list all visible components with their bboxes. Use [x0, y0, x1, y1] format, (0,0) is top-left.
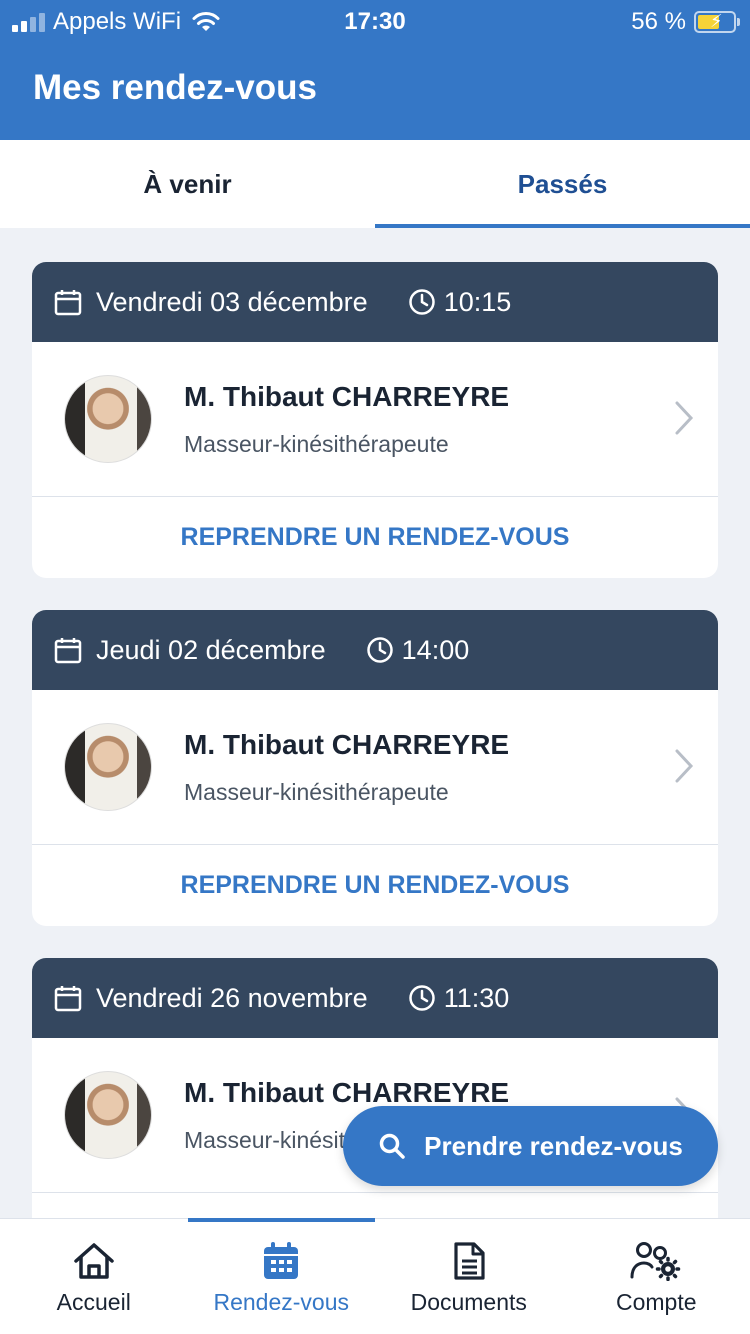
clock-icon	[408, 288, 436, 316]
rebook-button[interactable]: REPRENDRE UN RENDEZ-VOUS	[32, 845, 718, 926]
page-title: Mes rendez-vous	[33, 68, 317, 107]
nav-home-label: Accueil	[56, 1289, 131, 1315]
calendar-icon	[54, 984, 82, 1012]
clock-icon	[366, 636, 394, 664]
practitioner-specialty: Masseur-kinésithérapeute	[184, 430, 449, 457]
calendar-icon	[54, 636, 82, 664]
tab-upcoming[interactable]: À venir	[0, 140, 375, 228]
appointment-date: Vendredi 03 décembre	[96, 286, 368, 317]
avatar	[64, 375, 152, 463]
tab-past[interactable]: Passés	[375, 140, 750, 228]
book-appointment-button[interactable]: Prendre rendez-vous	[343, 1106, 718, 1186]
practitioner-row[interactable]: M. Thibaut CHARREYRE Masseur-kinésithéra…	[32, 342, 718, 497]
avatar	[64, 1071, 152, 1159]
appointment-header: Jeudi 02 décembre 14:00	[32, 610, 718, 690]
practitioner-name: M. Thibaut CHARREYRE	[184, 1076, 510, 1108]
status-bar: Appels WiFi 17:30 56 % ⚡	[0, 0, 750, 44]
nav-appointments[interactable]: Rendez-vous	[187, 1218, 376, 1334]
appointment-header: Vendredi 03 décembre 10:15	[32, 262, 718, 342]
appointment-card: Jeudi 02 décembre 14:00 M. Thibaut CHARR…	[32, 610, 718, 926]
appointment-date: Jeudi 02 décembre	[96, 634, 326, 665]
nav-appointments-label: Rendez-vous	[213, 1289, 350, 1315]
appointment-time: 10:15	[443, 286, 512, 317]
appointment-date: Vendredi 26 novembre	[96, 982, 368, 1013]
book-appointment-label: Prendre rendez-vous	[424, 1130, 683, 1161]
chevron-right-icon	[674, 400, 694, 441]
calendar-icon	[262, 1241, 300, 1281]
home-icon	[72, 1241, 116, 1281]
practitioner-row[interactable]: M. Thibaut CHARREYRE Masseur-kinésithéra…	[32, 690, 718, 845]
nav-account-label: Compte	[615, 1289, 697, 1315]
appointment-card: Vendredi 03 décembre 10:15 M. Thibaut CH…	[32, 262, 718, 578]
appointment-time: 11:30	[443, 982, 510, 1013]
practitioner-name: M. Thibaut CHARREYRE	[184, 728, 510, 760]
avatar	[64, 723, 152, 811]
clock-icon	[408, 984, 436, 1012]
chevron-right-icon	[674, 748, 694, 789]
practitioner-specialty: Masseur-kinésithérapeute	[184, 778, 449, 805]
rebook-button[interactable]: REPRENDRE UN RENDEZ-VOUS	[32, 497, 718, 578]
battery-percent: 56 %	[631, 8, 686, 35]
nav-documents[interactable]: Documents	[375, 1219, 563, 1334]
nav-home[interactable]: Accueil	[0, 1219, 188, 1334]
account-settings-icon	[630, 1241, 682, 1281]
battery-icon: ⚡	[694, 11, 740, 33]
appointment-time: 14:00	[401, 634, 470, 665]
nav-documents-label: Documents	[410, 1289, 527, 1315]
search-icon	[378, 1132, 406, 1160]
document-icon	[452, 1241, 486, 1281]
bottom-navigation: Accueil Rendez-vous Documents Compte	[0, 1218, 750, 1334]
tab-bar: À venir Passés	[0, 140, 750, 228]
appointment-header: Vendredi 26 novembre 11:30	[32, 958, 718, 1038]
nav-account[interactable]: Compte	[563, 1219, 750, 1334]
calendar-icon	[54, 288, 82, 316]
app-header: Appels WiFi 17:30 56 % ⚡ Mes rendez-vous	[0, 0, 750, 140]
practitioner-name: M. Thibaut CHARREYRE	[184, 380, 510, 412]
